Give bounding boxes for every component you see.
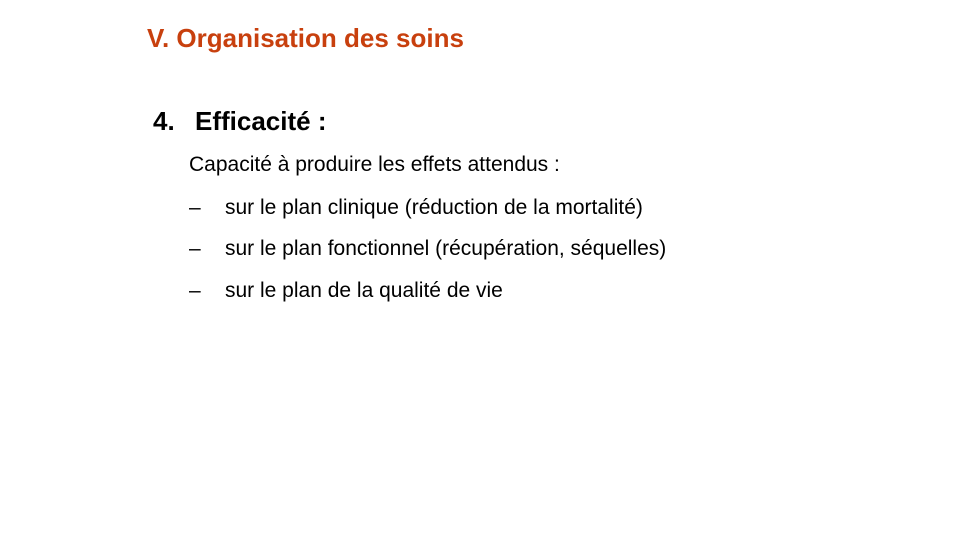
- bullet-item: – sur le plan de la qualité de vie: [189, 277, 503, 305]
- bullet-text: sur le plan fonctionnel (récupération, s…: [225, 237, 667, 260]
- bullet-item: – sur le plan clinique (réduction de la m…: [189, 194, 643, 222]
- bullet-text: sur le plan clinique (réduction de la mo…: [225, 196, 643, 219]
- section-heading: 4. Efficacité :: [153, 104, 327, 138]
- intro-text: Capacité à produire les effets attendus …: [189, 153, 560, 176]
- bullet-item: – sur le plan fonctionnel (récupération, …: [189, 235, 666, 263]
- slide: V. Organisation des soins 4. Efficacité :…: [0, 0, 960, 540]
- slide-title: V. Organisation des soins: [147, 23, 464, 53]
- section-heading-text: Efficacité :: [195, 106, 327, 136]
- bullet-dash: –: [189, 196, 201, 219]
- bullet-dash: –: [189, 237, 201, 260]
- section-number: 4.: [153, 106, 175, 136]
- bullet-text: sur le plan de la qualité de vie: [225, 279, 503, 302]
- bullet-dash: –: [189, 279, 201, 302]
